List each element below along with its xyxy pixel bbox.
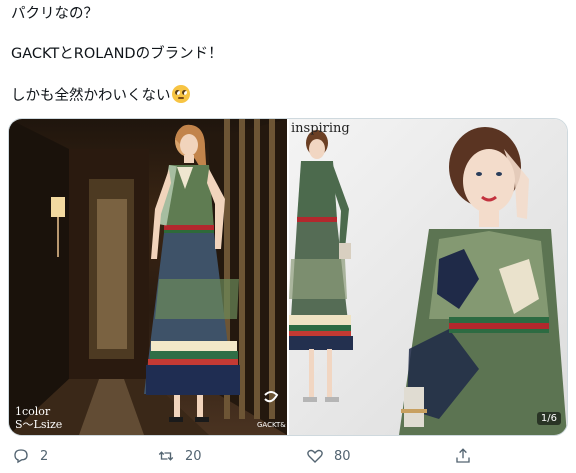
share-icon <box>456 448 470 463</box>
media-header-text: inspiring <box>291 121 350 136</box>
media-image-right[interactable]: inspiring 1/6 <box>289 119 567 435</box>
like-button[interactable]: 80 <box>306 446 351 466</box>
tweet-media-grid: 1color S～Lsize GACKT& inspiring 1/6 <box>8 118 568 436</box>
media-image-left-illustration <box>9 119 287 435</box>
reply-count: 2 <box>40 448 49 464</box>
media-image-left[interactable]: 1color S～Lsize GACKT& <box>9 119 287 435</box>
reply-button[interactable]: 2 <box>12 446 48 466</box>
media-caption-size: S～Lsize <box>15 418 63 431</box>
rolling-eyes-emoji-icon <box>171 85 190 103</box>
media-caption-color: 1color <box>15 405 51 418</box>
reply-icon <box>14 449 28 464</box>
tweet-text-line-3-text: しかも全然かわいくない <box>11 88 171 104</box>
tweet-text-line-1: パクリなの？ <box>11 6 98 22</box>
media-image-right-illustration <box>289 127 567 435</box>
media-brand-text: GACKT& <box>257 421 286 429</box>
retweet-button[interactable]: 20 <box>157 446 202 466</box>
retweet-icon <box>158 451 174 461</box>
tweet-action-bar: 2 20 80 <box>0 446 576 466</box>
share-button[interactable] <box>454 446 482 466</box>
tweet-text-line-2: GACKTとROLANDのブランド！ <box>11 46 223 62</box>
like-count: 80 <box>334 448 351 464</box>
media-pager-badge: 1/6 <box>536 412 561 425</box>
retweet-count: 20 <box>185 448 202 464</box>
heart-icon <box>307 449 323 463</box>
tweet-text-line-3: しかも全然かわいくない <box>11 85 190 106</box>
